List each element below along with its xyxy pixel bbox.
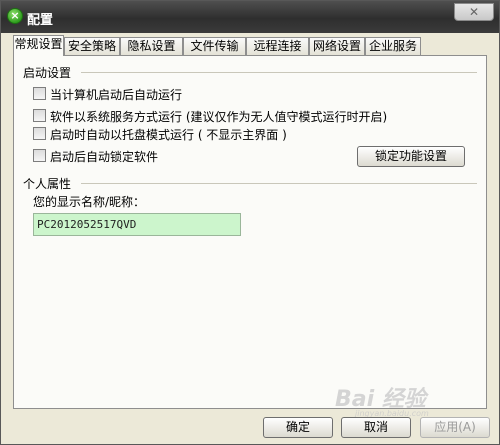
- auto-lock-label: 启动后自动锁定软件: [50, 150, 159, 164]
- close-button[interactable]: ✕: [454, 3, 494, 21]
- display-name-input[interactable]: PC2012052517QVD: [33, 213, 241, 236]
- tab-security-policy[interactable]: 安全策略: [64, 37, 120, 55]
- option-tray-mode[interactable]: 启动时自动以托盘模式运行 ( 不显示主界面 ): [33, 126, 287, 142]
- baidu-watermark: Bai 经验 jingyan.baidu.com: [335, 381, 485, 421]
- tab-privacy[interactable]: 隐私设置: [120, 37, 183, 55]
- tab-network[interactable]: 网络设置: [309, 37, 365, 55]
- auto-lock-checkbox[interactable]: [33, 149, 46, 162]
- ok-button[interactable]: 确定: [263, 417, 333, 438]
- run-as-service-checkbox[interactable]: [33, 109, 46, 122]
- personal-attributes-heading: 个人属性: [23, 177, 72, 191]
- autostart-checkbox[interactable]: [33, 87, 46, 100]
- tray-mode-checkbox[interactable]: [33, 127, 46, 140]
- apply-button[interactable]: 应用(A): [420, 417, 490, 438]
- tray-mode-label: 启动时自动以托盘模式运行 ( 不显示主界面 ): [50, 128, 287, 142]
- title-bar[interactable]: × 配置 ✕: [1, 1, 499, 33]
- run-as-service-label: 软件以系统服务方式运行 (建议仅作为无人值守模式运行时开启): [50, 110, 388, 124]
- tab-remote-connection[interactable]: 远程连接: [246, 37, 309, 55]
- option-run-as-service[interactable]: 软件以系统服务方式运行 (建议仅作为无人值守模式运行时开启): [33, 108, 387, 124]
- tab-enterprise[interactable]: 企业服务: [365, 37, 421, 55]
- personal-divider: [81, 183, 477, 184]
- lock-settings-button[interactable]: 锁定功能设置: [357, 146, 465, 167]
- display-name-label: 您的显示名称/昵称：: [33, 195, 146, 209]
- cancel-button[interactable]: 取消: [341, 417, 411, 438]
- tab-general[interactable]: 常规设置: [13, 35, 64, 56]
- app-logo-icon: ×: [7, 8, 23, 24]
- window-title: 配置: [27, 13, 54, 28]
- autostart-label: 当计算机启动后自动运行: [50, 88, 183, 102]
- option-autostart[interactable]: 当计算机启动后自动运行: [33, 86, 182, 102]
- startup-settings-heading: 启动设置: [23, 66, 72, 80]
- option-auto-lock[interactable]: 启动后自动锁定软件: [33, 148, 158, 164]
- tab-file-transfer[interactable]: 文件传输: [183, 37, 246, 55]
- config-dialog: × 配置 ✕ 常规设置 安全策略 隐私设置 文件传输 远程连接 网络设置 企业服…: [0, 0, 500, 445]
- startup-divider: [81, 72, 477, 73]
